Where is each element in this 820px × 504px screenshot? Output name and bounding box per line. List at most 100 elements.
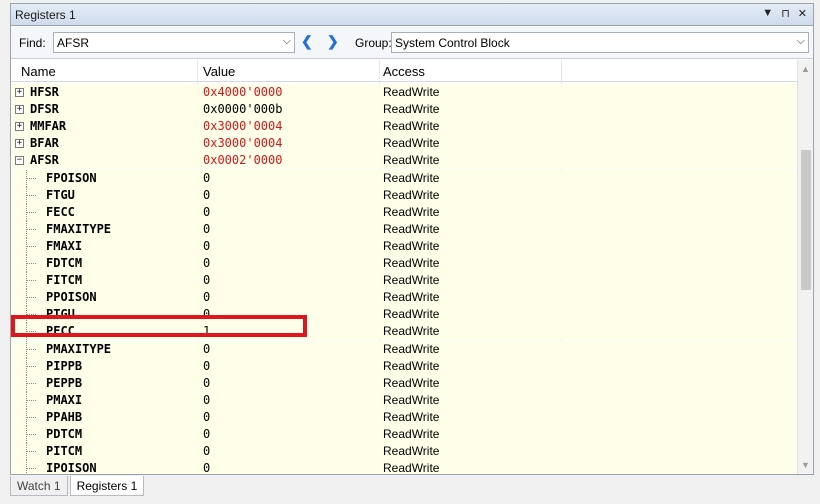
register-row[interactable]: + BFAR 0x3000'0004 ReadWrite: [11, 135, 797, 153]
column-header-name[interactable]: Name: [21, 64, 56, 79]
register-row[interactable]: FMAXITYPE 0 ReadWrite: [11, 220, 797, 238]
register-row[interactable]: PDTCM 0 ReadWrite: [11, 426, 797, 443]
tab-registers-1[interactable]: Registers 1: [69, 476, 145, 496]
register-access: ReadWrite: [383, 85, 440, 99]
register-access: ReadWrite: [383, 324, 440, 339]
dropdown-icon[interactable]: ▼: [762, 7, 773, 20]
find-next-button[interactable]: ❯: [327, 33, 339, 50]
register-row[interactable]: PMAXI 0 ReadWrite: [11, 391, 797, 409]
register-row[interactable]: FECC 0 ReadWrite: [11, 203, 797, 221]
register-value[interactable]: 0: [203, 171, 210, 185]
register-access: ReadWrite: [383, 375, 440, 390]
registers-window: Registers 1 ▼ ⊓ ✕ Find: AFSR ⌵ ❮ ❯ Group…: [10, 3, 814, 475]
register-name: AFSR: [30, 153, 59, 168]
register-row[interactable]: PIPPB 0 ReadWrite: [11, 357, 797, 375]
register-row[interactable]: PMAXITYPE 0 ReadWrite: [11, 340, 797, 358]
register-name: PEPPB: [46, 375, 83, 390]
expand-icon[interactable]: +: [15, 122, 24, 132]
register-row[interactable]: IPOISON 0 ReadWrite: [11, 460, 797, 474]
tab-watch-1[interactable]: Watch 1: [10, 476, 68, 496]
register-row[interactable]: + HFSR 0x4000'0000 ReadWrite: [11, 84, 797, 101]
find-label: Find:: [19, 36, 46, 50]
register-row[interactable]: + MMFAR 0x3000'0004 ReadWrite: [11, 118, 797, 136]
tree-line: [26, 468, 36, 470]
register-value[interactable]: 0: [203, 222, 210, 236]
chevron-down-icon[interactable]: ⌵: [797, 35, 805, 48]
register-value[interactable]: 0x4000'0000: [203, 85, 282, 99]
register-access: ReadWrite: [383, 136, 440, 151]
group-combobox[interactable]: System Control Block ⌵: [391, 32, 809, 53]
register-value[interactable]: 0: [203, 393, 210, 407]
column-header-access[interactable]: Access: [383, 64, 425, 79]
register-value[interactable]: 0x0002'0000: [203, 153, 282, 167]
find-previous-button[interactable]: ❮: [301, 33, 313, 50]
register-name: PDTCM: [46, 427, 83, 441]
register-access: ReadWrite: [383, 119, 440, 134]
find-combobox[interactable]: AFSR ⌵: [53, 32, 295, 53]
scrollbar-thumb[interactable]: [801, 150, 811, 290]
register-access: ReadWrite: [383, 290, 440, 305]
scroll-down-icon[interactable]: ▼: [801, 460, 810, 470]
register-row[interactable]: PPAHB 0 ReadWrite: [11, 408, 797, 426]
register-value[interactable]: 0: [203, 188, 210, 202]
register-name: HFSR: [30, 85, 59, 99]
window-controls: ▼ ⊓ ✕: [762, 7, 807, 20]
register-row[interactable]: − AFSR 0x0002'0000 ReadWrite: [11, 152, 797, 170]
register-value[interactable]: 0: [203, 376, 210, 390]
register-value[interactable]: 0: [203, 342, 210, 356]
expand-icon[interactable]: +: [15, 105, 24, 115]
scroll-up-icon[interactable]: ▲: [801, 64, 810, 74]
expand-icon[interactable]: +: [15, 88, 24, 97]
vertical-scrollbar[interactable]: ▲ ▼: [797, 60, 813, 474]
column-header-value[interactable]: Value: [203, 64, 235, 79]
tree-line: [26, 297, 36, 299]
tree-line: [26, 434, 36, 435]
register-value[interactable]: 0: [203, 256, 210, 270]
register-access: ReadWrite: [383, 153, 440, 168]
register-row[interactable]: + DFSR 0x0000'000b ReadWrite: [11, 101, 797, 119]
register-row[interactable]: PEPPB 0 ReadWrite: [11, 374, 797, 392]
register-row[interactable]: FITCM 0 ReadWrite: [11, 272, 797, 290]
register-name: FITCM: [46, 273, 83, 288]
register-value[interactable]: 0x0000'000b: [203, 102, 282, 116]
register-row[interactable]: FDTCM 0 ReadWrite: [11, 255, 797, 272]
register-value[interactable]: 0: [203, 205, 210, 219]
register-value[interactable]: 0: [203, 239, 210, 253]
collapse-icon[interactable]: −: [15, 156, 24, 166]
register-value[interactable]: 0: [203, 410, 210, 424]
register-row[interactable]: FTGU 0 ReadWrite: [11, 186, 797, 204]
register-access: ReadWrite: [383, 358, 440, 373]
tree-line: [26, 460, 27, 474]
register-value[interactable]: 0x3000'0004: [203, 119, 282, 133]
register-value[interactable]: 0: [203, 273, 210, 287]
pin-icon[interactable]: ⊓: [781, 7, 790, 20]
register-value[interactable]: 0x3000'0004: [203, 136, 282, 150]
register-row[interactable]: FPOISON 0 ReadWrite: [11, 169, 797, 187]
register-row[interactable]: PPOISON 0 ReadWrite: [11, 289, 797, 307]
register-access: ReadWrite: [383, 170, 440, 185]
close-icon[interactable]: ✕: [798, 7, 807, 20]
expand-icon[interactable]: +: [15, 139, 24, 149]
register-name: FPOISON: [46, 170, 97, 185]
tree-line: [26, 451, 36, 453]
chevron-down-icon[interactable]: ⌵: [283, 35, 291, 48]
register-name: PPAHB: [46, 409, 83, 424]
register-access: ReadWrite: [383, 409, 440, 424]
tree-line: [26, 416, 36, 418]
register-access: ReadWrite: [383, 238, 440, 253]
register-name: PITCM: [46, 444, 83, 459]
register-value[interactable]: 0: [203, 290, 210, 304]
register-row[interactable]: PITCM 0 ReadWrite: [11, 443, 797, 461]
group-value: System Control Block: [395, 36, 510, 50]
tree-line: [26, 280, 36, 282]
register-row[interactable]: FMAXI 0 ReadWrite: [11, 237, 797, 255]
register-value[interactable]: 0: [203, 359, 210, 373]
register-value[interactable]: 0: [203, 444, 210, 458]
register-access: ReadWrite: [383, 341, 440, 356]
register-name: FMAXITYPE: [46, 221, 112, 236]
tree-line: [26, 263, 36, 264]
register-value[interactable]: 0: [203, 427, 210, 441]
register-name: IPOISON: [46, 461, 97, 474]
highlight-box: [11, 315, 307, 337]
register-value[interactable]: 0: [203, 461, 210, 474]
